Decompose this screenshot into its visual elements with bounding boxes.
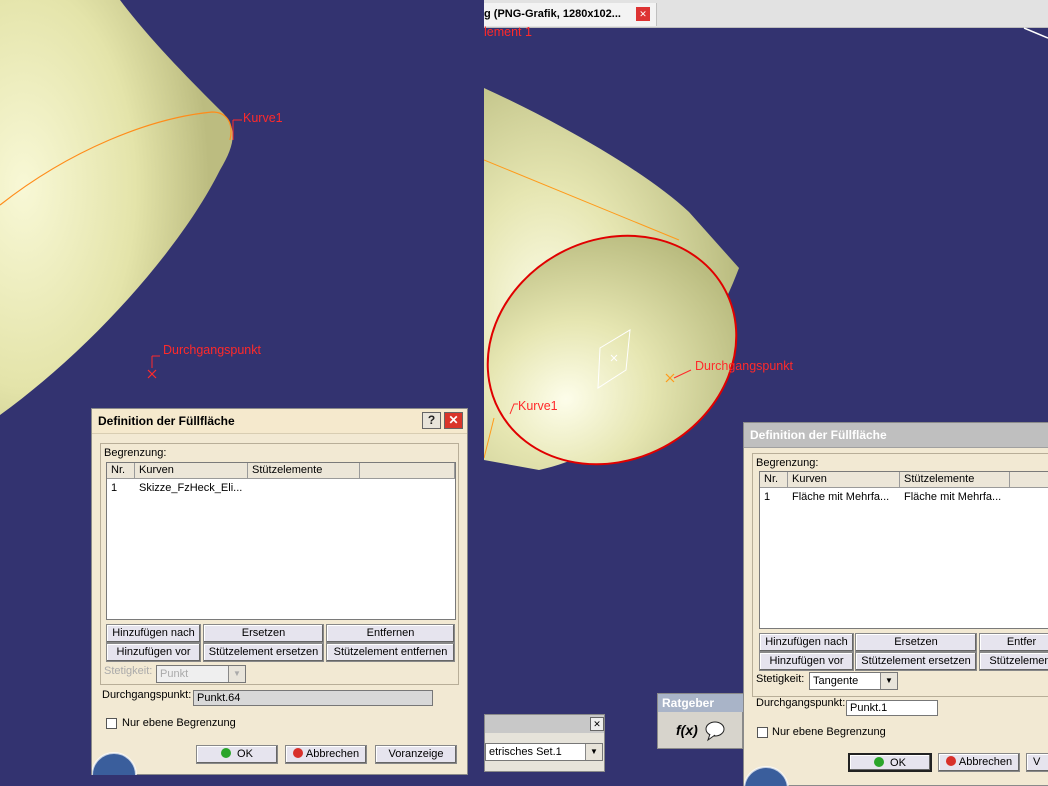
geometric-set-select[interactable]: etrisches Set.1 ▼ — [485, 743, 603, 761]
compass-corner — [1023, 27, 1048, 39]
preview-button[interactable]: V — [1026, 753, 1048, 772]
chevron-down-icon: ▼ — [585, 744, 602, 760]
geometric-set-value: etrisches Set.1 — [489, 746, 562, 758]
column-header-empty — [1010, 472, 1048, 488]
fill-surface-dialog: Definition der Füllfläche Begrenzung: Nr… — [743, 422, 1048, 786]
planar-boundary-label: Nur ebene Begrenzung — [122, 717, 236, 729]
fill-surface-dialog: Definition der Füllfläche ? ✕ Begrenzung… — [91, 408, 468, 775]
add-after-button[interactable]: Hinzufügen nach — [106, 624, 201, 643]
continuity-value: Punkt — [160, 668, 189, 680]
cancel-icon — [945, 756, 956, 766]
cell-curve: Skizze_FzHeck_Eli... — [139, 482, 243, 494]
continuity-label: Stetigkeit: — [756, 673, 805, 685]
chevron-down-icon: ▼ — [228, 666, 245, 682]
planar-boundary-label: Nur ebene Begrenzung — [772, 726, 886, 738]
column-header-supports[interactable]: Stützelemente — [900, 472, 1010, 488]
remove-support-button[interactable]: Stützelement — [979, 652, 1048, 671]
boundary-label: Begrenzung: — [756, 457, 819, 469]
cancel-label: Abbrechen — [305, 748, 360, 760]
planar-boundary-checkbox[interactable] — [106, 718, 117, 729]
cancel-label: Abbrechen — [958, 756, 1013, 768]
ok-icon — [874, 757, 885, 767]
advisor-toolbar: Ratgeber f(x) — [657, 693, 746, 749]
ok-button[interactable]: OK — [196, 745, 278, 764]
advisor-title: Ratgeber — [658, 694, 746, 712]
boundary-label: Begrenzung: — [104, 447, 167, 459]
add-before-button[interactable]: Hinzufügen vor — [106, 643, 201, 662]
point-leader — [151, 355, 160, 368]
column-header-nr[interactable]: Nr. — [760, 472, 788, 488]
column-header-curves[interactable]: Kurven — [135, 463, 248, 479]
passing-point-label: Durchgangspunkt: — [102, 689, 192, 701]
replace-support-button[interactable]: Stützelement ersetzen — [855, 652, 977, 671]
remove-button[interactable]: Entfernen — [326, 624, 455, 643]
preview-button[interactable]: Voranzeige — [375, 745, 457, 764]
boundary-list[interactable]: Nr. Kurven Stützelemente 1 Skizze_FzHeck… — [106, 462, 456, 620]
cell-curve: Fläche mit Mehrfa... — [792, 491, 890, 503]
ok-icon — [221, 748, 232, 758]
column-header-empty — [360, 463, 455, 479]
cell-support — [248, 481, 364, 495]
speech-bubble-icon[interactable] — [704, 720, 726, 742]
help-button[interactable]: ? — [422, 412, 441, 429]
curve-label: Kurve1 — [518, 399, 558, 413]
column-header-curves[interactable]: Kurven — [788, 472, 900, 488]
formula-icon[interactable]: f(x) — [676, 722, 698, 738]
replace-button[interactable]: Ersetzen — [855, 633, 977, 652]
globe-icon — [744, 766, 789, 786]
passing-point-label: Durchgangspunkt: — [756, 697, 846, 709]
panel-close-icon[interactable]: ✕ — [590, 717, 604, 731]
globe-icon — [92, 752, 137, 775]
ok-label: OK — [237, 748, 253, 760]
column-header-supports[interactable]: Stützelemente — [248, 463, 360, 479]
chevron-down-icon: ▼ — [880, 673, 897, 689]
passing-point-label: Durchgangspunkt — [163, 343, 261, 357]
passing-point-field[interactable]: Punkt.1 — [846, 700, 938, 716]
continuity-select[interactable]: Tangente ▼ — [809, 672, 898, 690]
close-button[interactable]: ✕ — [444, 412, 463, 429]
continuity-select[interactable]: Punkt ▼ — [156, 665, 246, 683]
remove-button[interactable]: Entfer — [979, 633, 1048, 652]
ok-label: OK — [890, 757, 906, 769]
left-viewport[interactable]: Kurve1 Durchgangspunkt Definition der Fü… — [0, 0, 484, 786]
cancel-button[interactable]: Abbrechen — [938, 753, 1020, 772]
continuity-value: Tangente — [813, 675, 859, 687]
column-header-nr[interactable]: Nr. — [107, 463, 135, 479]
right-viewport[interactable]: g (PNG-Grafik, 1280x102... ✕ lement 1 ‹ … — [484, 0, 1048, 786]
planar-boundary-checkbox[interactable] — [757, 727, 768, 738]
curve-label: Kurve1 — [243, 111, 283, 125]
ok-button[interactable]: OK — [848, 753, 932, 772]
passing-point-field[interactable]: Punkt.64 — [193, 690, 433, 706]
boundary-list[interactable]: Nr. Kurven Stützelemente 1 Fläche mit Me… — [759, 471, 1048, 629]
dialog-title: Definition der Füllfläche — [744, 423, 1048, 448]
geometric-set-panel: ✕ etrisches Set.1 ▼ — [484, 714, 605, 772]
dialog-title: Definition der Füllfläche — [92, 409, 467, 434]
passing-point-label: Durchgangspunkt — [695, 359, 793, 373]
replace-button[interactable]: Ersetzen — [203, 624, 324, 643]
add-after-button[interactable]: Hinzufügen nach — [759, 633, 854, 652]
remove-support-button[interactable]: Stützelement entfernen — [326, 643, 455, 662]
element-label: lement 1 — [484, 25, 532, 39]
replace-support-button[interactable]: Stützelement ersetzen — [203, 643, 324, 662]
continuity-label: Stetigkeit: — [104, 665, 153, 677]
passing-point-marker — [147, 369, 157, 379]
panel-titlebar — [485, 715, 604, 733]
label-leader — [232, 119, 242, 140]
cancel-icon — [292, 748, 303, 758]
cell-support: Fläche mit Mehrfa... — [904, 491, 1002, 503]
cancel-button[interactable]: Abbrechen — [285, 745, 367, 764]
add-before-button[interactable]: Hinzufügen vor — [759, 652, 854, 671]
